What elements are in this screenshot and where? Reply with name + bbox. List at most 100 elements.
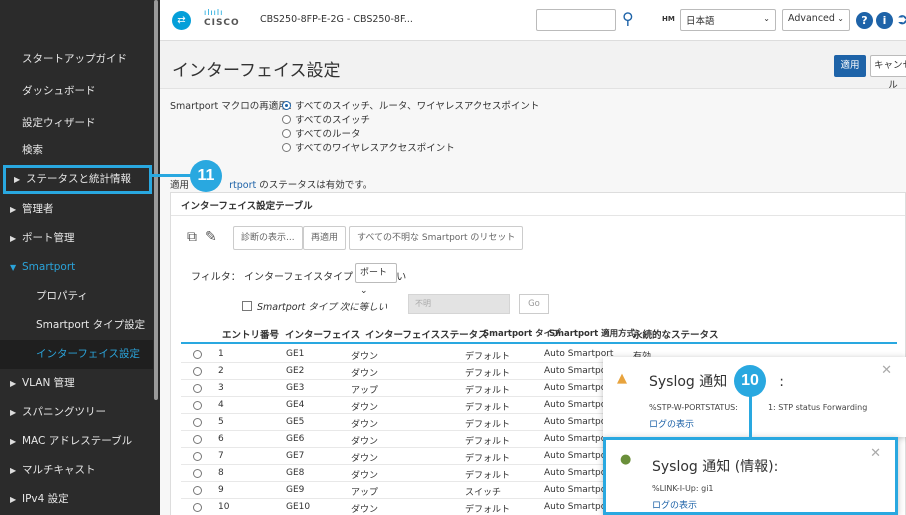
reapply-option-switches[interactable]: すべてのスイッチ (282, 112, 370, 126)
table-cell: 4 (218, 400, 224, 410)
table-cell: GE2 (286, 366, 305, 376)
logout-icon[interactable]: ➲ (896, 10, 906, 28)
smartport-type-input: 不明 (408, 294, 510, 314)
apply-button[interactable]: 適用 (834, 55, 866, 77)
sidebar-item-label: マルチキャスト (22, 464, 96, 476)
table-cell: デフォルト (465, 403, 511, 413)
table-cell: 8 (218, 468, 224, 478)
row-select-radio[interactable] (193, 503, 202, 512)
table-cell: デフォルト (465, 471, 511, 481)
cancel-button[interactable]: キャンセル (870, 55, 906, 91)
sidebar-item-spanning-tree[interactable]: ▶ スパニングツリー (0, 398, 153, 427)
info-icon[interactable]: i (876, 12, 893, 29)
column-header-interface[interactable]: インターフェイス (285, 327, 360, 341)
row-select-radio[interactable] (193, 384, 202, 393)
table-cell: 3 (218, 383, 224, 393)
row-select-radio[interactable] (193, 350, 202, 359)
row-select-radio[interactable] (193, 367, 202, 376)
sidebar-item-administration[interactable]: ▶ 管理者 (0, 195, 153, 224)
expand-arrow-icon: ▶ (10, 408, 17, 417)
row-select-radio[interactable] (193, 401, 202, 410)
sidebar-item-vlan-management[interactable]: ▶ VLAN 管理 (0, 369, 153, 398)
radio-button[interactable] (282, 101, 291, 110)
reapply-option-routers[interactable]: すべてのルータ (282, 126, 360, 140)
table-cell: ダウン (351, 403, 379, 413)
row-select-radio[interactable] (193, 486, 202, 495)
sidebar-item-startup-guide[interactable]: スタートアップガイド (0, 45, 153, 74)
sidebar-item-label: 管理者 (22, 203, 54, 215)
column-header-interface-status[interactable]: インターフェイスステータス (365, 327, 488, 341)
mode-value: Advanced (788, 13, 835, 24)
status-prefix: 適用 (170, 180, 190, 191)
expand-arrow-icon: ▶ (10, 437, 17, 446)
reapply-option-all[interactable]: すべてのスイッチ、ルータ、ワイヤレスアクセスポイント (282, 98, 539, 112)
checkbox[interactable] (242, 301, 252, 311)
table-cell: デフォルト (465, 505, 511, 515)
mode-select[interactable]: Advanced ⌄ (782, 9, 850, 31)
row-select-radio[interactable] (193, 435, 202, 444)
device-name: CBS250-8FP-E-2G - CBS250-8F... (260, 14, 413, 25)
sidebar-item-status-statistics[interactable]: ▶ ステータスと統計情報 (3, 165, 152, 194)
sidebar-item-mac-address-table[interactable]: ▶ MAC アドレステーブル (0, 427, 153, 456)
table-cell: スイッチ (465, 488, 502, 498)
copy-icon[interactable]: ⧉ (187, 229, 197, 245)
row-select-radio[interactable] (193, 452, 202, 461)
interface-type-select[interactable]: ポート ⌄ (355, 263, 397, 296)
sidebar-item-smartport[interactable]: ▼ Smartport (0, 253, 153, 282)
sidebar-item-multicast[interactable]: ▶ マルチキャスト (0, 456, 153, 485)
close-icon[interactable]: ✕ (870, 446, 881, 461)
close-icon[interactable]: ✕ (881, 363, 892, 378)
help-icon[interactable]: ? (856, 12, 873, 29)
search-input[interactable] (536, 9, 616, 31)
reapply-button[interactable]: 再適用 (303, 226, 347, 250)
sidebar-item-label: スタートアップガイド (22, 53, 127, 65)
sidebar-item-search[interactable]: 検索 (0, 136, 153, 165)
sidebar-item-smartport-type-settings[interactable]: Smartport タイプ設定 (0, 311, 153, 340)
callout-badge: 10 (734, 365, 766, 397)
table-cell: 6 (218, 434, 224, 444)
smartport-type-filter[interactable]: Smartport タイプ 次に等しい (242, 299, 387, 313)
table-cell: 5 (218, 417, 224, 427)
table-cell: アップ (351, 386, 379, 396)
column-header-persistent-status[interactable]: 永続的なステータス (633, 327, 719, 341)
row-select-radio[interactable] (193, 418, 202, 427)
reset-unknown-smartports-button[interactable]: すべての不明な Smartport のリセット (349, 226, 524, 250)
cisco-logo-bars: ılıılı (204, 8, 224, 17)
radio-label: すべてのスイッチ、ルータ、ワイヤレスアクセスポイント (295, 101, 540, 112)
radio-button[interactable] (282, 143, 291, 152)
edit-icon[interactable]: ✎ (205, 229, 217, 245)
table-cell: GE9 (286, 485, 305, 495)
column-header-smartport-method[interactable]: Smartport 適用方式 (549, 327, 635, 339)
sidebar-item-label: ステータスと統計情報 (26, 173, 131, 185)
sidebar-item-label: 検索 (22, 144, 43, 156)
reapply-option-access-points[interactable]: すべてのワイヤレスアクセスポイント (282, 140, 455, 154)
chevron-down-icon: ⌄ (763, 14, 770, 23)
sidebar-item-dashboard[interactable]: ダッシュボード (0, 77, 153, 106)
show-diagnostics-button[interactable]: 診断の表示... (233, 226, 303, 250)
table-cell: ダウン (351, 420, 379, 430)
language-select[interactable]: 日本語 ⌄ (680, 9, 776, 31)
row-select-radio[interactable] (193, 469, 202, 478)
sidebar-item-config-wizard[interactable]: 設定ウィザード (0, 109, 153, 138)
panel-title: インターフェイス設定テーブル (181, 201, 313, 212)
sidebar-item-label: IPv4 設定 (22, 493, 69, 505)
sidebar-scrollbar[interactable] (154, 0, 158, 400)
cisco-logo-word: CISCO (204, 18, 240, 28)
search-icon[interactable]: ⚲ (622, 9, 634, 28)
radio-button[interactable] (282, 129, 291, 138)
smartport-link[interactable]: rtport (229, 180, 256, 191)
view-log-link[interactable]: ログの表示 (649, 417, 694, 430)
sidebar-item-port-management[interactable]: ▶ ポート管理 (0, 224, 153, 253)
sidebar-item-properties[interactable]: プロパティ (0, 282, 153, 311)
radio-label: すべてのワイヤレスアクセスポイント (295, 143, 455, 154)
table-cell: GE6 (286, 434, 305, 444)
radio-button[interactable] (282, 115, 291, 124)
view-log-link[interactable]: ログの表示 (652, 498, 697, 511)
sidebar-item-interface-settings[interactable]: インターフェイス設定 (0, 340, 153, 369)
filter-value: ポート (360, 268, 388, 278)
table-cell: GE10 (286, 502, 311, 512)
home-icon[interactable]: ⇄ (172, 11, 191, 30)
chevron-down-icon: ⌄ (360, 286, 368, 296)
column-header-entry[interactable]: エントリ番号 (222, 327, 279, 341)
sidebar-item-ipv4-settings[interactable]: ▶ IPv4 設定 (0, 485, 153, 514)
